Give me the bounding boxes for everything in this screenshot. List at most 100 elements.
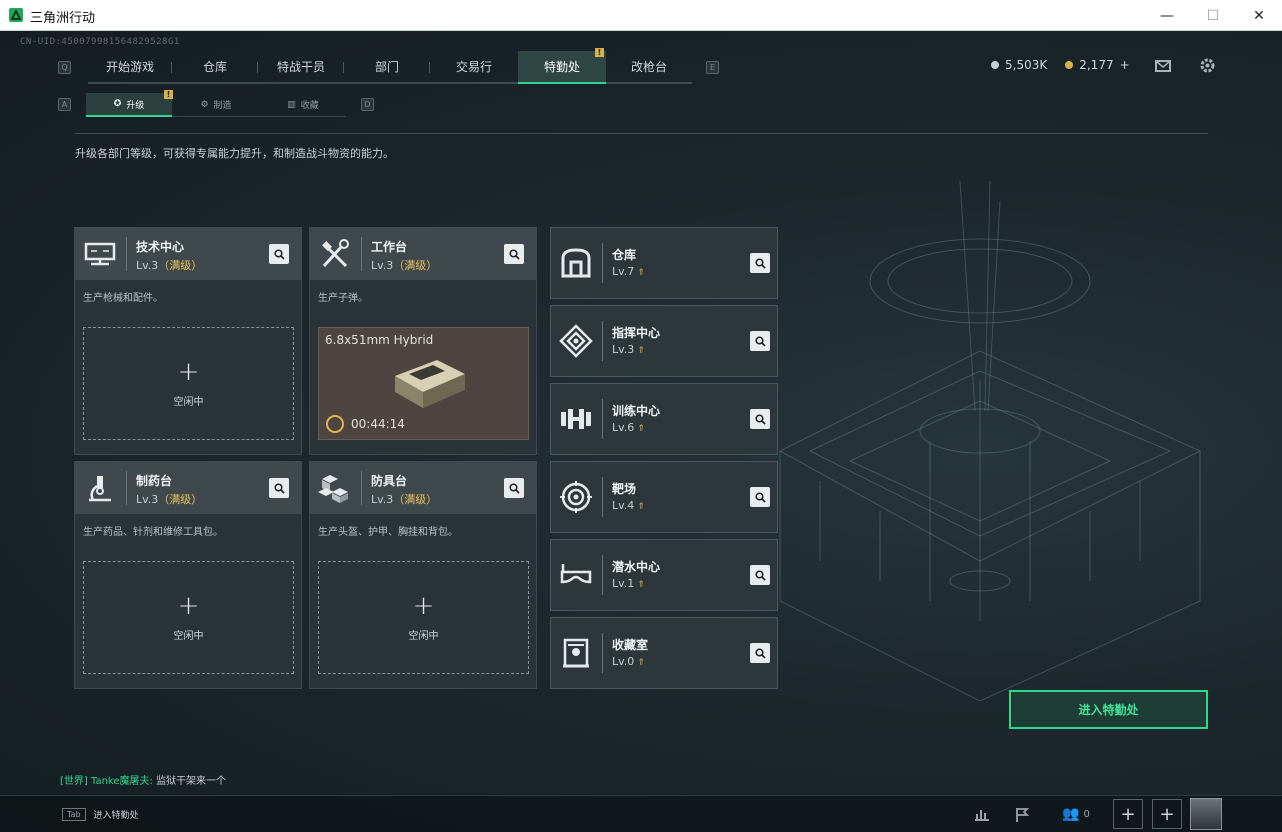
- collection-icon: ▥: [287, 99, 296, 110]
- separator: [602, 243, 603, 283]
- separator: [361, 237, 362, 271]
- room-card-diving-center[interactable]: 潜水中心 Lv.1 ⇑: [550, 539, 778, 611]
- nav-left-key-hint[interactable]: Q: [58, 61, 71, 74]
- level-value: Lv.7: [612, 265, 635, 278]
- card-level: Lv.3（满级）: [136, 257, 202, 273]
- tab-special-ops[interactable]: 特勤处: [518, 51, 606, 84]
- page-description: 升级各部门等级，可获得专属能力提升，和制造战斗物资的能力。: [75, 147, 394, 160]
- chat-line[interactable]: [世界] Tanke魔屠夫: 监狱干架来一个: [60, 772, 226, 787]
- silver-coin-icon: [991, 61, 999, 69]
- level-value: Lv.1: [612, 577, 635, 590]
- enter-special-ops-button[interactable]: 进入特勤处: [1009, 690, 1208, 729]
- tab-department[interactable]: 部门: [344, 51, 430, 84]
- room-card-shooting-range[interactable]: 靶场 Lv.4 ⇑: [550, 461, 778, 533]
- inspect-search-icon[interactable]: [750, 643, 770, 663]
- subtab-collection[interactable]: ▥ 收藏: [260, 93, 346, 117]
- settings-gear-icon[interactable]: [1199, 57, 1216, 74]
- room-level: Lv.4 ⇑: [612, 499, 645, 512]
- level-value: Lv.3: [136, 493, 159, 506]
- room-level: Lv.3 ⇑: [612, 343, 645, 356]
- room-level: Lv.6 ⇑: [612, 421, 645, 434]
- friends-button[interactable]: 👥 0: [1058, 799, 1094, 829]
- inspect-search-icon[interactable]: [504, 244, 524, 264]
- tab-label: 交易行: [455, 60, 492, 74]
- room-level: Lv.0 ⇑: [612, 655, 645, 668]
- inspect-search-icon[interactable]: [750, 253, 770, 273]
- separator: [602, 321, 603, 361]
- idle-slot[interactable]: + 空闲中: [83, 561, 294, 674]
- room-title: 潜水中心: [612, 560, 661, 574]
- room-title: 靶场: [612, 482, 637, 496]
- tools-icon: [318, 238, 352, 270]
- inspect-search-icon[interactable]: [750, 565, 770, 585]
- tab-label: 改枪台: [630, 60, 667, 74]
- max-level-tag: （满级）: [158, 259, 203, 272]
- tab-key-hint[interactable]: Tab 进入特勤处: [62, 802, 139, 826]
- close-button[interactable]: ✕: [1236, 0, 1282, 31]
- subtab-label: 升级: [126, 100, 145, 111]
- add-gold-button[interactable]: +: [1120, 58, 1130, 72]
- room-level: Lv.1 ⇑: [612, 577, 645, 590]
- inspect-search-icon[interactable]: [750, 409, 770, 429]
- invite-slot-1-button[interactable]: +: [1113, 799, 1143, 829]
- inspect-search-icon[interactable]: [269, 244, 289, 264]
- subnav-left-key-hint[interactable]: A: [58, 98, 71, 111]
- stats-chart-icon[interactable]: [966, 799, 998, 829]
- subtab-label: 制造: [213, 101, 232, 111]
- idle-label: 空闲中: [408, 631, 439, 642]
- mail-icon[interactable]: [1155, 60, 1171, 72]
- inspect-search-icon[interactable]: [750, 331, 770, 351]
- chat-message: 监狱干架来一个: [156, 776, 227, 787]
- subnav-right-key-hint[interactable]: D: [361, 98, 374, 111]
- card-header: 技术中心 Lv.3（满级）: [75, 228, 301, 280]
- inspect-search-icon[interactable]: [504, 478, 524, 498]
- subtab-craft[interactable]: ⚙ 制造: [172, 93, 260, 117]
- plus-icon: +: [177, 357, 200, 387]
- subtab-upgrade[interactable]: ✪ 升级: [86, 93, 172, 117]
- level-value: Lv.3: [371, 493, 394, 506]
- room-card-collection-room[interactable]: 收藏室 Lv.0 ⇑: [550, 617, 778, 689]
- invite-slot-2-button[interactable]: +: [1152, 799, 1182, 829]
- divider: [75, 133, 1208, 134]
- card-title: 制药台: [136, 474, 173, 488]
- level-value: Lv.6: [612, 421, 635, 434]
- inspect-search-icon[interactable]: [269, 478, 289, 498]
- subtab-label: 收藏: [300, 101, 319, 111]
- minimize-button[interactable]: —: [1144, 0, 1190, 31]
- department-card-armor-bench[interactable]: 防具台 Lv.3（满级） 生产头盔、护甲、胸挂和背包。 + 空闲中: [309, 461, 537, 689]
- tab-start-game[interactable]: 开始游戏: [88, 51, 172, 84]
- tab-operators[interactable]: 特战干员: [258, 51, 344, 84]
- card-level: Lv.3（满级）: [371, 257, 437, 273]
- craft-icon: ⚙: [200, 99, 209, 110]
- idle-slot[interactable]: + 空闲中: [318, 561, 529, 674]
- room-card-command-center[interactable]: 指挥中心 Lv.3 ⇑: [550, 305, 778, 377]
- idle-slot[interactable]: + 空闲中: [83, 327, 294, 440]
- facility-wireframe-illustration: [778, 181, 1202, 701]
- microscope-icon: [83, 472, 117, 504]
- room-card-training-center[interactable]: 训练中心 Lv.6 ⇑: [550, 383, 778, 455]
- department-card-workbench[interactable]: 工作台 Lv.3（满级） 生产子弹。 6.8x51mm Hybrid 00:44…: [309, 227, 537, 455]
- separator: [602, 633, 603, 673]
- separator: [126, 237, 127, 271]
- upgrade-arrow-icon: ⇑: [637, 424, 645, 434]
- department-card-tech-center[interactable]: 技术中心 Lv.3（满级） 生产枪械和配件。 + 空闲中: [74, 227, 302, 455]
- separator: [602, 477, 603, 517]
- room-title: 收藏室: [612, 638, 649, 652]
- tab-trade[interactable]: 交易行: [430, 51, 518, 84]
- plus-icon: +: [177, 591, 200, 621]
- inspect-search-icon[interactable]: [750, 487, 770, 507]
- tab-warehouse[interactable]: 仓库: [172, 51, 258, 84]
- card-header: 防具台 Lv.3（满级）: [310, 462, 536, 514]
- tab-gunsmith[interactable]: 改枪台: [606, 51, 692, 84]
- card-title: 技术中心: [136, 240, 185, 254]
- card-header: 工作台 Lv.3（满级）: [310, 228, 536, 280]
- maximize-button[interactable]: ☐: [1190, 0, 1236, 31]
- nav-right-key-hint[interactable]: E: [706, 61, 719, 74]
- room-card-warehouse[interactable]: 仓库 Lv.7 ⇑: [550, 227, 778, 299]
- crafting-slot[interactable]: 6.8x51mm Hybrid 00:44:14: [318, 327, 529, 440]
- room-title: 训练中心: [612, 404, 661, 418]
- flag-icon[interactable]: [1006, 799, 1038, 829]
- department-card-pharmacy[interactable]: 制药台 Lv.3（满级） 生产药品、针剂和维修工具包。 + 空闲中: [74, 461, 302, 689]
- currency-display: 5,503K 2,177 +: [991, 58, 1130, 72]
- player-avatar[interactable]: [1190, 798, 1222, 830]
